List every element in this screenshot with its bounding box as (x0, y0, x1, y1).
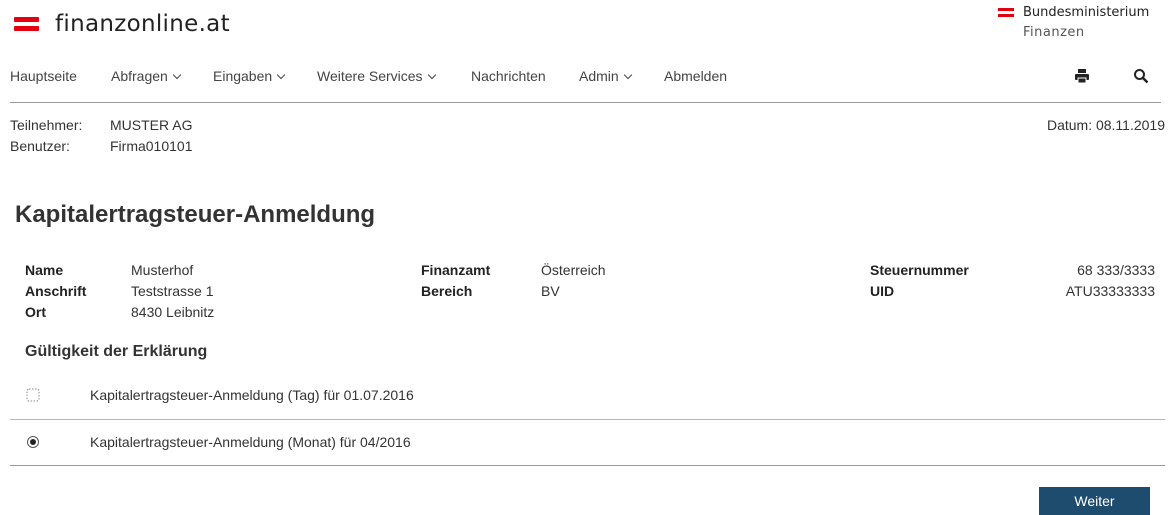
next-button[interactable]: Weiter (1039, 487, 1150, 515)
finanzonline-logo-icon[interactable] (14, 17, 39, 36)
nav-nachrichten[interactable]: Nachrichten (471, 68, 546, 84)
validity-option-month[interactable]: Kapitalertragsteuer-Anmeldung (Monat) fü… (10, 420, 1165, 466)
bmf-logo-icon (998, 8, 1014, 20)
nav-label: Hauptseite (10, 68, 77, 84)
option-label: Kapitalertragsteuer-Anmeldung (Monat) fü… (90, 434, 411, 450)
area-value: BV (541, 283, 560, 299)
user-label: Benutzer: (10, 138, 70, 154)
nav-label: Eingaben (213, 68, 273, 84)
nav-admin[interactable]: Admin (579, 68, 632, 84)
area-label: Bereich (421, 283, 473, 299)
option-label: Kapitalertragsteuer-Anmeldung (Tag) für … (90, 387, 414, 403)
name-value: Musterhof (131, 262, 194, 278)
date-display: Datum: 08.11.2019 (1046, 117, 1165, 133)
chevron-down-icon (276, 70, 286, 80)
nav-label: Nachrichten (471, 68, 546, 84)
city-label: Ort (25, 304, 46, 320)
nav-abfragen[interactable]: Abfragen (111, 68, 182, 84)
tax-office-value: Österreich (541, 262, 606, 278)
ministry-subname: Finanzen (1023, 25, 1085, 40)
city-value: 8430 Leibnitz (131, 304, 215, 320)
print-icon[interactable] (1074, 68, 1092, 86)
participant-label: Teilnehmer: (10, 117, 83, 133)
nav-abmelden[interactable]: Abmelden (664, 68, 727, 84)
user-value: Firma010101 (110, 138, 193, 154)
tax-number-label: Steuernummer (870, 262, 969, 278)
nav-label: Abfragen (111, 68, 168, 84)
nav-label: Admin (579, 68, 619, 84)
chevron-down-icon (623, 70, 632, 80)
nav-hauptseite[interactable]: Hauptseite (10, 68, 77, 84)
ministry-name: Bundesministerium (1023, 5, 1150, 20)
uid-label: UID (870, 283, 895, 299)
chevron-down-icon (172, 70, 182, 80)
nav-divider (10, 102, 1161, 103)
tax-office-label: Finanzamt (421, 262, 491, 278)
radio-unchecked-icon[interactable] (26, 388, 40, 402)
nav-label: Weitere Services (317, 68, 423, 84)
name-label: Name (25, 262, 64, 278)
nav-eingaben[interactable]: Eingaben (213, 68, 286, 84)
nav-weitere-services[interactable]: Weitere Services (317, 68, 436, 84)
address-label: Anschrift (25, 283, 87, 299)
option-divider (10, 465, 1165, 466)
chevron-down-icon (427, 70, 436, 80)
main-nav: Hauptseite Abfragen Eingaben Weitere Ser… (0, 62, 1171, 92)
address-value: Teststrasse 1 (131, 283, 214, 299)
search-icon[interactable] (1133, 68, 1151, 86)
validity-heading: Gültigkeit der Erklärung (25, 343, 208, 360)
logo-text[interactable]: finanzonline.at (55, 11, 230, 37)
participant-value: MUSTER AG (110, 117, 193, 133)
validity-option-day[interactable]: Kapitalertragsteuer-Anmeldung (Tag) für … (10, 372, 1165, 418)
uid-value: ATU33333333 (1065, 283, 1155, 299)
nav-label: Abmelden (664, 68, 728, 84)
page-title: Kapitalertragsteuer-Anmeldung (15, 201, 376, 228)
radio-checked-icon[interactable] (26, 435, 40, 449)
tax-number-value: 68 333/3333 (1077, 262, 1155, 278)
